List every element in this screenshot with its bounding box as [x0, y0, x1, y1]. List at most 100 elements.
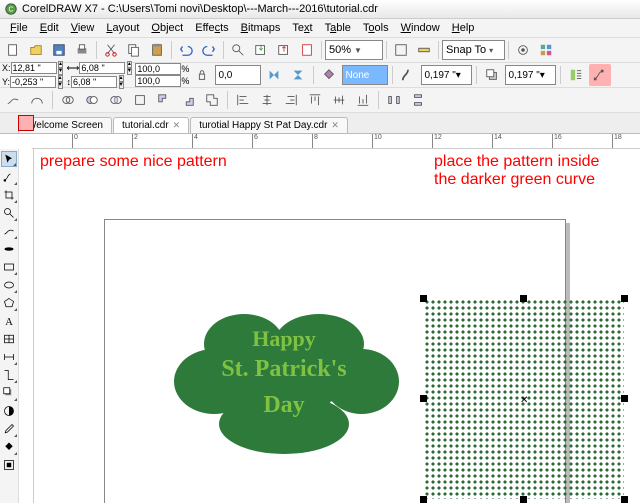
menu-view[interactable]: View [65, 22, 101, 34]
align-top-icon[interactable] [304, 89, 326, 111]
outline-width-1[interactable]: 0,197 "▾ [421, 65, 472, 85]
menu-window[interactable]: Window [395, 22, 446, 34]
cut-icon[interactable] [100, 39, 122, 61]
fill-icon[interactable] [318, 64, 340, 86]
convert-curves-icon[interactable] [589, 64, 611, 86]
bezier-icon[interactable] [26, 89, 48, 111]
scale-y-input[interactable] [135, 75, 181, 87]
menu-object[interactable]: Object [145, 22, 189, 34]
copy-icon[interactable] [123, 39, 145, 61]
menu-tools[interactable]: Tools [357, 22, 395, 34]
y-input[interactable] [10, 76, 56, 88]
x-input[interactable] [11, 62, 57, 74]
menu-table[interactable]: Table [319, 22, 357, 34]
export-icon[interactable] [273, 39, 295, 61]
pick-tool-icon[interactable] [1, 151, 17, 167]
ellipse-tool-icon[interactable] [1, 277, 17, 293]
snap-combo[interactable]: Snap To▾ [442, 40, 505, 60]
selection-handle[interactable] [621, 295, 628, 302]
menu-layout[interactable]: Layout [100, 22, 145, 34]
save-icon[interactable] [48, 39, 70, 61]
align-middle-icon[interactable] [328, 89, 350, 111]
options-icon[interactable] [512, 39, 534, 61]
scale-x-input[interactable] [135, 63, 181, 75]
menu-file[interactable]: File [4, 22, 34, 34]
app-launcher-icon[interactable] [535, 39, 557, 61]
freehand-icon[interactable] [2, 89, 24, 111]
paste-icon[interactable] [146, 39, 168, 61]
align-right-icon[interactable] [280, 89, 302, 111]
distribute-h-icon[interactable] [383, 89, 405, 111]
new-icon[interactable] [2, 39, 24, 61]
front-minus-back-icon[interactable] [153, 89, 175, 111]
back-minus-front-icon[interactable] [177, 89, 199, 111]
shamrock-artwork[interactable]: Happy St. Patrick's Day [174, 314, 394, 464]
menu-text[interactable]: Text [286, 22, 318, 34]
menu-bitmaps[interactable]: Bitmaps [235, 22, 287, 34]
tab-stpat[interactable]: turotial Happy St Pat Day.cdr✕ [190, 117, 348, 133]
tab-tutorial[interactable]: tutorial.cdr✕ [113, 117, 189, 133]
dimension-tool-icon[interactable] [1, 349, 17, 365]
undo-icon[interactable] [175, 39, 197, 61]
rectangle-tool-icon[interactable] [1, 259, 17, 275]
lock-ratio-icon[interactable] [191, 64, 213, 86]
search-icon[interactable] [227, 39, 249, 61]
trim-icon[interactable] [81, 89, 103, 111]
mirror-h-icon[interactable] [263, 64, 285, 86]
menu-help[interactable]: Help [446, 22, 481, 34]
eyedropper-tool-icon[interactable] [1, 421, 17, 437]
transparency-tool-icon[interactable] [1, 403, 17, 419]
simplify-icon[interactable] [129, 89, 151, 111]
ruler-vertical[interactable] [19, 149, 34, 503]
zoom-combo[interactable]: 50%▼ [325, 40, 383, 60]
center-marker[interactable]: ✕ [520, 395, 528, 406]
pattern-object[interactable]: ✕ [424, 299, 624, 499]
align-left-icon[interactable] [232, 89, 254, 111]
zoom-tool-icon[interactable] [1, 205, 17, 221]
print-icon[interactable] [71, 39, 93, 61]
fullscreen-icon[interactable] [390, 39, 412, 61]
mirror-v-icon[interactable] [287, 64, 309, 86]
weld-icon[interactable] [57, 89, 79, 111]
to-front-icon[interactable] [481, 64, 503, 86]
close-icon[interactable]: ✕ [173, 120, 181, 130]
selection-handle[interactable] [520, 496, 527, 503]
distribute-v-icon[interactable] [407, 89, 429, 111]
rotation-input[interactable]: 0,0 [215, 65, 261, 85]
menu-edit[interactable]: Edit [34, 22, 65, 34]
selection-handle[interactable] [420, 496, 427, 503]
import-icon[interactable] [250, 39, 272, 61]
selection-handle[interactable] [420, 395, 427, 402]
outline-icon[interactable] [397, 64, 419, 86]
close-icon[interactable]: ✕ [331, 120, 339, 130]
align-bottom-icon[interactable] [352, 89, 374, 111]
selection-handle[interactable] [520, 295, 527, 302]
freehand-tool-icon[interactable] [1, 223, 17, 239]
shape-tool-icon[interactable] [1, 169, 17, 185]
ruler-horizontal[interactable]: 024681012141618 [32, 134, 640, 149]
smart-fill-tool-icon[interactable] [1, 457, 17, 473]
intersect-icon[interactable] [105, 89, 127, 111]
canvas[interactable]: prepare some nice pattern place the patt… [34, 149, 640, 503]
selection-handle[interactable] [621, 496, 628, 503]
outline-width-2[interactable]: 0,197 "▾ [505, 65, 556, 85]
table-tool-icon[interactable] [1, 331, 17, 347]
height-input[interactable] [71, 76, 117, 88]
open-icon[interactable] [25, 39, 47, 61]
align-center-icon[interactable] [256, 89, 278, 111]
wrap-text-icon[interactable] [565, 64, 587, 86]
polygon-tool-icon[interactable] [1, 295, 17, 311]
publish-pdf-icon[interactable] [296, 39, 318, 61]
fill-none[interactable]: None [342, 65, 388, 85]
selection-handle[interactable] [420, 295, 427, 302]
boundary-icon[interactable] [201, 89, 223, 111]
interactive-fill-tool-icon[interactable] [1, 439, 17, 455]
width-input[interactable] [79, 62, 125, 74]
rulers-icon[interactable] [413, 39, 435, 61]
crop-tool-icon[interactable] [1, 187, 17, 203]
artistic-media-tool-icon[interactable] [1, 241, 17, 257]
text-tool-icon[interactable]: A [1, 313, 17, 329]
redo-icon[interactable] [198, 39, 220, 61]
connector-tool-icon[interactable] [1, 367, 17, 383]
selection-handle[interactable] [621, 395, 628, 402]
